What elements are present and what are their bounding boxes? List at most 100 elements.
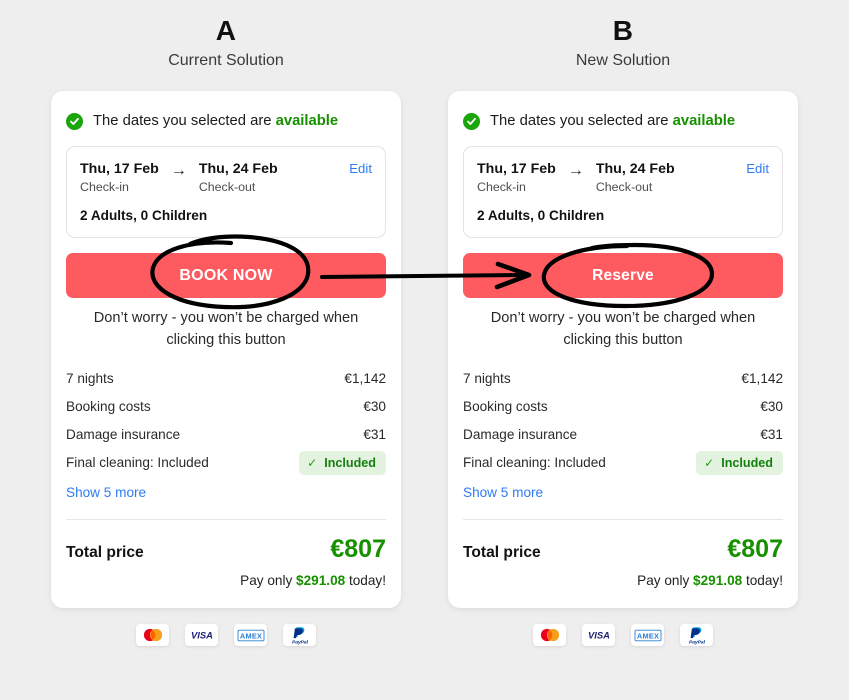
edit-dates-link-b[interactable]: Edit — [738, 160, 769, 178]
visa-icon: VISA — [582, 624, 615, 646]
total-price-label: Total price — [463, 544, 541, 561]
mastercard-icon — [533, 624, 566, 646]
amex-icon: AMEX — [234, 624, 267, 646]
checkout-date-b: Thu, 24 Feb — [595, 161, 675, 177]
booking-card-a: The dates you selected are available Thu… — [51, 91, 401, 608]
panel-a-subtitle: Current Solution — [168, 52, 284, 69]
checkin-date-b: Thu, 17 Feb — [477, 161, 556, 177]
status-badge: ✓ Included — [299, 451, 386, 475]
check-circle-icon — [463, 112, 480, 130]
checkin-date-a: Thu, 17 Feb — [80, 161, 159, 177]
availability-prefix-a: The dates you selected are — [93, 113, 276, 129]
price-label: Damage insurance — [463, 427, 578, 442]
availability-prefix-b: The dates you selected are — [490, 113, 673, 129]
price-label: Final cleaning: Included — [463, 455, 606, 470]
price-label: 7 nights — [463, 371, 511, 386]
checkout-label-b: Check-out — [595, 180, 653, 194]
price-label: Booking costs — [66, 399, 151, 414]
book-now-button[interactable]: BOOK NOW — [66, 253, 386, 298]
table-row: Final cleaning: Included ✓ Included — [463, 449, 783, 477]
price-value: €30 — [760, 399, 783, 414]
price-label: 7 nights — [66, 371, 114, 386]
panel-a: A Current Solution The dates you selecte… — [51, 0, 401, 646]
price-label: Booking costs — [463, 399, 548, 414]
paypal-icon: PayPal — [283, 624, 316, 646]
price-breakdown-b: 7 nights €1,142 Booking costs €30 Damage… — [463, 365, 783, 503]
svg-text:PayPal: PayPal — [291, 639, 308, 645]
table-row: Booking costs €30 — [463, 393, 783, 421]
show-more-link-b[interactable]: Show 5 more — [463, 483, 543, 503]
svg-text:PayPal: PayPal — [688, 639, 705, 645]
pay-today-prefix: Pay only — [240, 573, 297, 588]
pay-today-suffix: today! — [742, 573, 783, 588]
availability-highlight-b: available — [672, 113, 736, 129]
price-value: €1,142 — [344, 371, 386, 386]
svg-text:VISA: VISA — [191, 630, 213, 641]
guests-summary-a: 2 Adults, 0 Children — [80, 208, 208, 223]
table-row: Booking costs €30 — [66, 393, 386, 421]
checkout-date-a: Thu, 24 Feb — [198, 161, 278, 177]
guests-summary-b: 2 Adults, 0 Children — [477, 208, 605, 223]
table-row: Final cleaning: Included ✓ Included — [66, 449, 386, 477]
booking-card-b: The dates you selected are available Thu… — [448, 91, 798, 608]
check-circle-icon — [66, 112, 83, 130]
date-arrow-icon: → — [170, 162, 187, 179]
reserve-button[interactable]: Reserve — [463, 253, 783, 298]
visa-icon: VISA — [185, 624, 218, 646]
pay-today-amount: $291.08 — [693, 573, 743, 588]
price-value: €31 — [363, 427, 386, 442]
mastercard-icon — [136, 624, 169, 646]
status-badge-label: Included — [324, 456, 376, 470]
dates-top-b: Thu, 17 Feb Check-in → Thu, 24 Feb Check… — [477, 160, 769, 196]
checkout-block-a: Thu, 24 Feb Check-out — [199, 160, 278, 196]
reassurance-text-a: Don’t worry - you won’t be charged when … — [93, 310, 359, 348]
show-more-link-a[interactable]: Show 5 more — [66, 483, 146, 503]
status-badge: ✓ Included — [696, 451, 783, 475]
table-row: Damage insurance €31 — [66, 421, 386, 449]
svg-text:AMEX: AMEX — [636, 631, 658, 640]
table-row: 7 nights €1,142 — [463, 365, 783, 393]
pay-today-prefix: Pay only — [637, 573, 694, 588]
price-breakdown-a: 7 nights €1,142 Booking costs €30 Damage… — [66, 365, 386, 503]
reassurance-text-b: Don’t worry - you won’t be charged when … — [490, 310, 756, 348]
payment-methods-a: VISA AMEX PayPal — [51, 624, 401, 646]
total-price-label: Total price — [66, 544, 144, 561]
dates-box-a[interactable]: Thu, 17 Feb Check-in → Thu, 24 Feb Check… — [66, 146, 386, 238]
panel-b-heading: B New Solution — [448, 0, 798, 72]
pay-today-row-b: Pay only $291.08 today! — [463, 571, 783, 590]
total-price-value: €807 — [727, 535, 783, 563]
panel-a-letter: A — [215, 15, 237, 46]
date-arrow-icon: → — [567, 162, 584, 179]
checkin-label-b: Check-in — [477, 180, 526, 194]
divider — [463, 519, 783, 520]
total-price-row-b: Total price €807 — [463, 535, 783, 563]
pay-today-suffix: today! — [345, 573, 386, 588]
checkout-block-b: Thu, 24 Feb Check-out — [596, 160, 675, 196]
price-value: €31 — [760, 427, 783, 442]
payment-methods-b: VISA AMEX PayPal — [448, 624, 798, 646]
checkin-block-a: Thu, 17 Feb Check-in — [80, 160, 159, 196]
panel-b-letter: B — [612, 15, 634, 46]
table-row: 7 nights €1,142 — [66, 365, 386, 393]
availability-highlight-a: available — [275, 113, 339, 129]
edit-dates-link-a[interactable]: Edit — [341, 160, 372, 178]
availability-text-a: The dates you selected are available — [93, 111, 338, 131]
price-value: €30 — [363, 399, 386, 414]
pay-today-row-a: Pay only $291.08 today! — [66, 571, 386, 590]
dates-top-a: Thu, 17 Feb Check-in → Thu, 24 Feb Check… — [80, 160, 372, 196]
svg-text:VISA: VISA — [588, 630, 610, 641]
table-row: Damage insurance €31 — [463, 421, 783, 449]
availability-row-a: The dates you selected are available — [66, 107, 386, 133]
svg-text:AMEX: AMEX — [239, 631, 261, 640]
price-label: Final cleaning: Included — [66, 455, 209, 470]
divider — [66, 519, 386, 520]
comparison-stage: A Current Solution The dates you selecte… — [0, 0, 849, 700]
checkin-label-a: Check-in — [80, 180, 129, 194]
dates-box-b[interactable]: Thu, 17 Feb Check-in → Thu, 24 Feb Check… — [463, 146, 783, 238]
panel-b: B New Solution The dates you selected ar… — [448, 0, 798, 646]
total-price-row-a: Total price €807 — [66, 535, 386, 563]
availability-row-b: The dates you selected are available — [463, 107, 783, 133]
checkout-label-a: Check-out — [198, 180, 256, 194]
status-badge-label: Included — [721, 456, 773, 470]
checkin-block-b: Thu, 17 Feb Check-in — [477, 160, 556, 196]
